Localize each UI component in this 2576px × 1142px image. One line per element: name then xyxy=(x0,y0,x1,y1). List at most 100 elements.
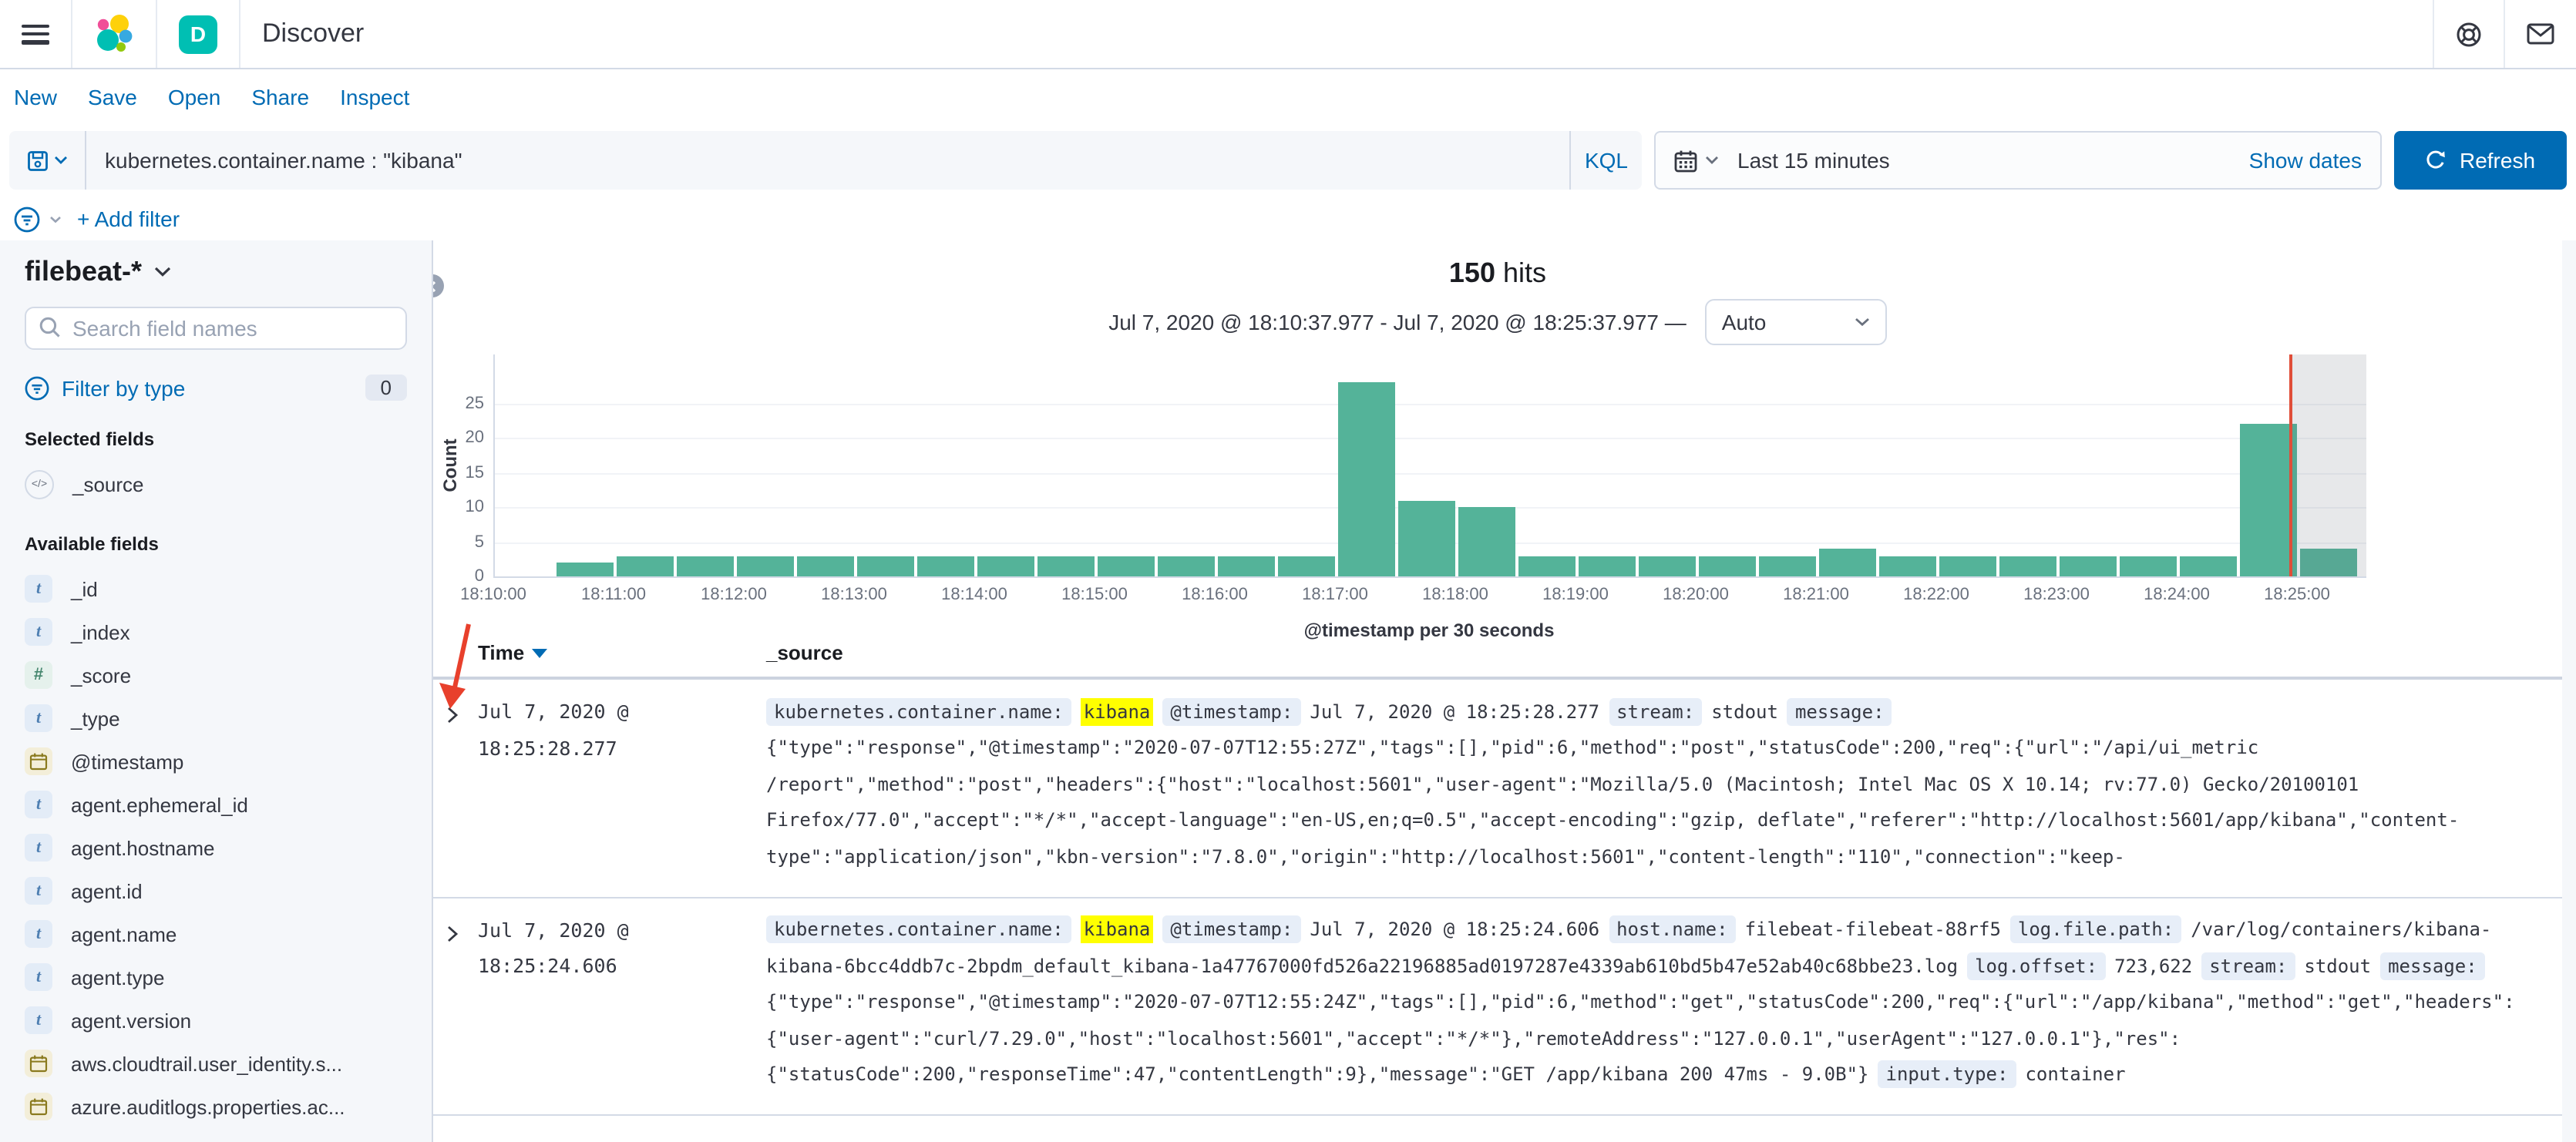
highlighted-value: kibana xyxy=(1080,697,1154,726)
histogram-bar[interactable] xyxy=(1999,556,2056,576)
nav-save[interactable]: Save xyxy=(88,85,137,109)
newsfeed-button[interactable] xyxy=(2505,0,2576,68)
histogram-bar[interactable] xyxy=(617,556,674,576)
time-range-line: Jul 7, 2020 @ 18:10:37.977 - Jul 7, 2020… xyxy=(433,299,2562,345)
x-axis-labels: 18:10:00 18:11:00 18:12:00 18:13:00 18:14:00… xyxy=(460,586,2365,607)
nav-inspect[interactable]: Inspect xyxy=(340,85,409,109)
number-field-icon: # xyxy=(25,661,52,689)
field-name: agent.name xyxy=(71,922,177,946)
field-name: agent.id xyxy=(71,879,143,902)
y-tick-label: 20 xyxy=(465,428,485,447)
source-line: kibana-6bcc4ddb7c-2bpdm_default_kibana-1… xyxy=(766,948,2562,984)
histogram-bar[interactable] xyxy=(1098,556,1155,576)
histogram-bar[interactable] xyxy=(1639,556,1696,576)
query-input[interactable] xyxy=(86,131,1569,190)
field-item[interactable]: t _index xyxy=(25,610,407,653)
field-item[interactable]: t _id xyxy=(25,567,407,610)
refresh-button[interactable]: Refresh xyxy=(2394,131,2567,190)
interval-select[interactable]: Auto xyxy=(1704,299,1887,345)
source-line: type":"application/json","kbn-version":"… xyxy=(766,838,2562,875)
field-name: _score xyxy=(71,663,132,687)
date-picker[interactable]: Last 15 minutes Show dates xyxy=(1654,131,2382,190)
histogram-bar[interactable] xyxy=(1278,556,1335,576)
source-text: Firefox/77.0","accept":"*/*","accept-lan… xyxy=(766,809,2460,831)
histogram-bar[interactable] xyxy=(917,556,974,576)
nav-share[interactable]: Share xyxy=(251,85,309,109)
field-item[interactable]: t agent.type xyxy=(25,956,407,999)
histogram-bar[interactable] xyxy=(1879,556,1936,576)
selected-fields-list: </> _source xyxy=(25,462,407,506)
hamburger-menu-icon[interactable] xyxy=(22,24,49,44)
field-item[interactable]: # _score xyxy=(25,653,407,697)
field-item[interactable]: t agent.id xyxy=(25,869,407,912)
x-tick-label: 18:19:00 xyxy=(1542,586,1609,604)
nav-open[interactable]: Open xyxy=(168,85,221,109)
time-range-value[interactable]: Last 15 minutes xyxy=(1737,148,1890,173)
source-line: kubernetes.container.name: kibana @timesta… xyxy=(766,694,2562,730)
chevron-down-icon xyxy=(1855,317,1869,327)
saved-query-menu-button[interactable] xyxy=(9,131,86,190)
histogram-bar[interactable] xyxy=(1759,556,1816,576)
field-item[interactable]: aws.cloudtrail.user_identity.s... xyxy=(25,1042,407,1085)
histogram-bar[interactable] xyxy=(737,556,794,576)
histogram-bar[interactable] xyxy=(1579,556,1636,576)
time-range-display: Jul 7, 2020 @ 18:10:37.977 - Jul 7, 2020… xyxy=(1108,310,1687,334)
space-badge[interactable]: D xyxy=(179,15,217,53)
field-item[interactable]: azure.auditlogs.properties.ac... xyxy=(25,1085,407,1128)
x-tick-label: 18:25:00 xyxy=(2264,586,2330,604)
filter-icon[interactable] xyxy=(14,206,40,232)
field-item[interactable]: t agent.name xyxy=(25,912,407,956)
index-pattern-switcher[interactable]: filebeat-* xyxy=(25,256,407,288)
histogram-bar[interactable] xyxy=(1037,556,1095,576)
x-tick-label: 18:21:00 xyxy=(1783,586,1849,604)
query-box: KQL xyxy=(9,131,1642,190)
chevron-left-icon xyxy=(433,280,436,292)
field-item[interactable]: t agent.ephemeral_id xyxy=(25,783,407,826)
filter-by-type-icon xyxy=(25,375,49,400)
histogram-bar[interactable] xyxy=(1699,556,1756,576)
field-name: _id xyxy=(71,577,98,600)
histogram-bar[interactable] xyxy=(2180,556,2237,576)
elastic-logo[interactable] xyxy=(72,0,156,68)
field-item[interactable]: t agent.hostname xyxy=(25,826,407,869)
query-language-button[interactable]: KQL xyxy=(1569,131,1642,190)
histogram-bar[interactable] xyxy=(1819,549,1876,576)
field-badge: kubernetes.container.name: xyxy=(766,697,1071,726)
field-item[interactable]: t agent.version xyxy=(25,999,407,1042)
add-filter-button[interactable]: + Add filter xyxy=(77,207,180,231)
help-button[interactable] xyxy=(2434,0,2504,68)
current-time-marker xyxy=(2288,354,2292,576)
search-field-names-input[interactable] xyxy=(25,307,407,350)
histogram-bar[interactable] xyxy=(797,556,854,576)
field-item[interactable]: </> _source xyxy=(25,462,407,506)
histogram-bar[interactable] xyxy=(1398,500,1455,576)
histogram-plot[interactable] xyxy=(493,354,2366,578)
expand-row-button[interactable] xyxy=(433,919,478,949)
query-bar: KQL Last 15 minutes Show dates Refresh xyxy=(0,125,2576,196)
field-item[interactable]: @timestamp xyxy=(25,740,407,783)
histogram-bar[interactable] xyxy=(1218,556,1275,576)
histogram-bar[interactable] xyxy=(1458,507,1515,576)
histogram-bar[interactable] xyxy=(1518,556,1576,576)
histogram-bar[interactable] xyxy=(857,556,914,576)
field-item[interactable]: t _type xyxy=(25,697,407,740)
histogram-bar[interactable] xyxy=(2060,556,2117,576)
top-header: D Discover xyxy=(0,0,2576,69)
histogram-bar[interactable] xyxy=(1158,556,1215,576)
filter-by-type-button[interactable]: Filter by type xyxy=(62,375,185,400)
histogram-bar[interactable] xyxy=(2120,556,2177,576)
doc-timestamp: Jul 7, 2020 @ 18:25:28.277 xyxy=(478,700,629,759)
histogram-bar[interactable] xyxy=(1939,556,1996,576)
y-tick-label: 10 xyxy=(465,498,485,516)
source-text: type":"application/json","kbn-version":"… xyxy=(766,845,2125,868)
source-line: {"type":"response","@timestamp":"2020-07… xyxy=(766,984,2562,1020)
histogram-bar[interactable] xyxy=(557,563,614,576)
histogram-bar[interactable] xyxy=(677,556,734,576)
histogram-bar[interactable] xyxy=(977,556,1034,576)
nav-new[interactable]: New xyxy=(14,85,57,109)
chevron-down-icon[interactable] xyxy=(49,215,62,223)
date-field-icon xyxy=(25,747,52,775)
source-text: 723,622 xyxy=(2114,955,2193,977)
show-dates-button[interactable]: Show dates xyxy=(2249,148,2362,173)
histogram-bar[interactable] xyxy=(1338,382,1395,576)
